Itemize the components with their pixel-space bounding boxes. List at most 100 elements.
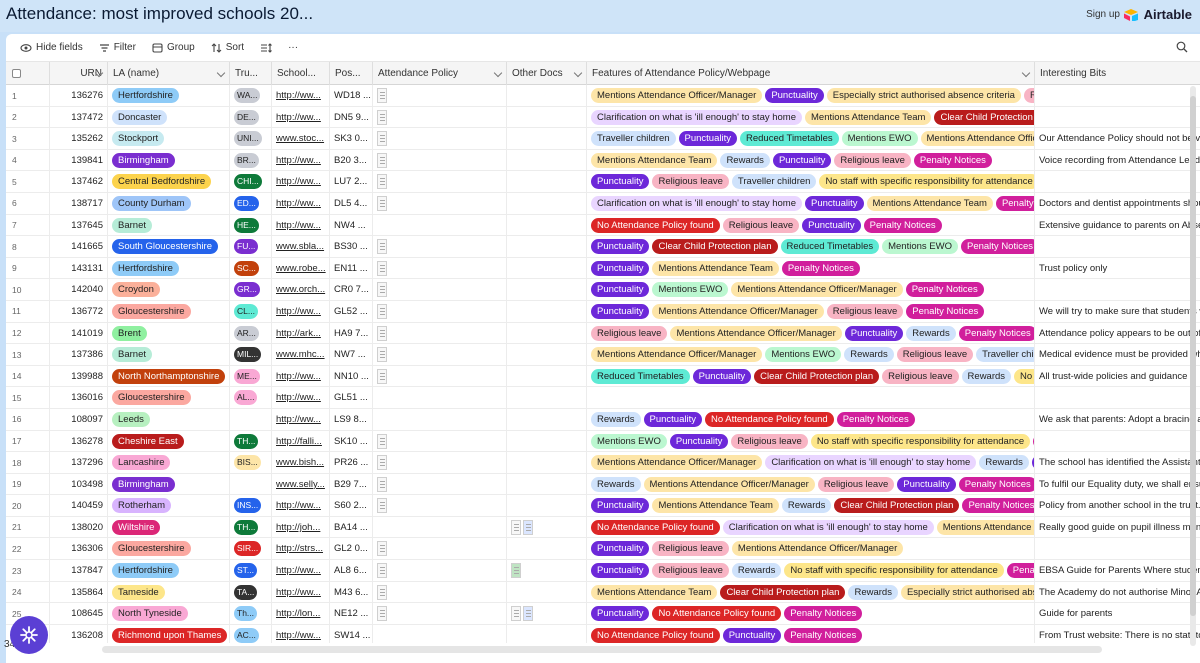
trust-tag[interactable]: TA... — [234, 584, 258, 600]
table-row[interactable]: 17 136278 Cheshire East TH... http://falli..… — [6, 430, 1200, 453]
features-cell[interactable]: Mentions EWO Punctuality Religious leave No… — [587, 430, 1035, 452]
trust-tag[interactable]: GR... — [234, 282, 260, 298]
school-url-link[interactable]: http://ark... — [276, 328, 321, 339]
column-header-urn[interactable]: URN — [50, 62, 108, 85]
feature-tag[interactable]: Mentions EWO — [765, 347, 842, 363]
trust-tag[interactable]: ST... — [234, 563, 258, 579]
interesting-bits-cell[interactable]: From Trust website: There is no statutor… — [1035, 625, 1200, 643]
interesting-bits-cell[interactable]: We ask that parents: Adopt a bracing ap.… — [1035, 409, 1200, 430]
select-all-header[interactable] — [6, 62, 50, 85]
interesting-bits-cell[interactable]: Our Attendance Policy should not be view… — [1035, 128, 1200, 149]
trust-cell[interactable]: UNI... — [230, 128, 272, 150]
document-thumbnail[interactable] — [377, 498, 387, 514]
interesting-bits-cell[interactable]: The school has identified the Assistant.… — [1035, 452, 1200, 473]
trust-tag[interactable]: AC... — [234, 627, 259, 643]
trust-cell[interactable]: ME... — [230, 365, 272, 387]
feature-tag[interactable]: Penalty Notices — [906, 303, 985, 319]
document-thumbnail[interactable] — [511, 606, 521, 622]
la-cell[interactable]: Gloucestershire — [108, 538, 230, 560]
column-header-other-docs[interactable]: Other Docs — [507, 62, 587, 85]
table-row[interactable]: 8 141665 South Gloucestershire FU... www.sbl… — [6, 236, 1200, 258]
la-tag[interactable]: Birmingham — [112, 152, 175, 168]
column-header-school[interactable]: School... — [272, 62, 330, 85]
feature-tag[interactable]: Religious leave — [817, 476, 895, 492]
la-cell[interactable]: Birmingham — [108, 149, 230, 171]
la-cell[interactable]: Hertfordshire — [108, 560, 230, 582]
horizontal-scrollbar[interactable] — [102, 646, 1102, 653]
urn-cell[interactable]: 138020 — [50, 516, 108, 538]
other-docs-cell[interactable] — [507, 128, 587, 150]
other-docs-cell[interactable] — [507, 85, 587, 106]
school-url-link[interactable]: http://strs... — [276, 543, 323, 554]
postcode-cell[interactable]: DL5 4... — [330, 192, 373, 214]
trust-tag[interactable]: AR... — [234, 325, 259, 341]
feature-tag[interactable]: Punctuality — [692, 368, 752, 384]
feature-tag[interactable]: Mentions Attendance Officer/Manager — [652, 303, 824, 319]
trust-cell[interactable]: AR... — [230, 322, 272, 344]
document-thumbnail[interactable] — [377, 303, 387, 319]
feature-tag[interactable]: Penalty Notices — [784, 606, 863, 622]
feature-tag[interactable]: Religious leave — [731, 433, 808, 449]
feature-tag[interactable]: Penalty Notices — [781, 260, 860, 276]
features-cell[interactable]: Mentions Attendance Officer/Manager Clari… — [587, 452, 1035, 474]
la-tag[interactable]: Brent — [112, 325, 147, 341]
feature-tag[interactable]: Especially strict authorised absence cri… — [900, 584, 1034, 600]
document-thumbnail[interactable] — [377, 282, 387, 298]
more-options-button[interactable]: ··· — [282, 39, 304, 56]
feature-tag[interactable]: Reduced Timetables — [591, 368, 690, 384]
urn-cell[interactable]: 108097 — [50, 408, 108, 430]
postcode-cell[interactable]: WD18 ... — [330, 85, 373, 106]
trust-tag[interactable]: FU... — [234, 239, 259, 255]
feature-tag[interactable]: Mentions Attendance Team — [591, 152, 718, 168]
other-docs-cell[interactable] — [507, 495, 587, 517]
features-cell[interactable] — [587, 387, 1035, 409]
la-cell[interactable]: Hertfordshire — [108, 85, 230, 106]
feature-tag[interactable]: Punctuality — [591, 606, 650, 622]
other-docs-cell[interactable] — [507, 192, 587, 214]
postcode-cell[interactable]: BA14 ... — [330, 516, 373, 538]
document-thumbnail[interactable] — [523, 519, 533, 535]
school-url-link[interactable]: www.robe... — [276, 263, 326, 274]
la-tag[interactable]: Doncaster — [112, 109, 168, 125]
la-cell[interactable]: Richmond upon Thames — [108, 624, 230, 643]
feature-tag[interactable]: Punctuality — [772, 152, 832, 168]
school-url-cell[interactable]: http://ww... — [272, 214, 330, 236]
urn-cell[interactable]: 140459 — [50, 495, 108, 517]
document-thumbnail[interactable] — [377, 541, 387, 557]
school-url-link[interactable]: http://ww... — [276, 155, 321, 166]
other-docs-cell[interactable] — [507, 473, 587, 495]
la-cell[interactable]: North Northamptonshire — [108, 365, 230, 387]
attendance-policy-cell[interactable] — [373, 300, 507, 322]
table-row[interactable]: 25 108645 North Tyneside Th... http://lon...… — [6, 603, 1200, 625]
interesting-bits-cell[interactable]: Extensive guidance to parents on Absence… — [1035, 215, 1200, 236]
attendance-policy-cell[interactable] — [373, 603, 507, 625]
features-cell[interactable]: No Attendance Policy found Clarification … — [587, 516, 1035, 538]
features-cell[interactable]: Religious leave Mentions Attendance Offic… — [587, 322, 1035, 344]
school-url-link[interactable]: www.selly... — [276, 479, 325, 490]
interesting-bits-cell[interactable]: Guide for parents — [1035, 603, 1200, 624]
feature-tag[interactable]: Mentions Attendance Officer/Manager — [591, 347, 763, 363]
la-cell[interactable]: Leeds — [108, 408, 230, 430]
features-cell[interactable]: Punctuality Mentions EWO Mentions Attendan… — [587, 279, 1035, 301]
select-all-checkbox[interactable] — [12, 69, 21, 78]
school-url-link[interactable]: http://ww... — [276, 630, 321, 641]
table-row[interactable]: 21 138020 Wiltshire TH... http://joh... BA14 … — [6, 516, 1200, 539]
postcode-cell[interactable]: LS9 8... — [330, 408, 373, 430]
feature-tag[interactable]: Especially strict authorised absence cri… — [826, 88, 1021, 103]
document-thumbnail[interactable] — [377, 368, 387, 384]
school-url-link[interactable]: www.stoc... — [276, 133, 324, 144]
attendance-policy-cell[interactable] — [373, 387, 507, 409]
base-title[interactable]: Attendance: most improved schools 20... — [6, 4, 313, 24]
chevron-down-icon[interactable] — [1021, 68, 1031, 78]
trust-cell[interactable]: FU... — [230, 236, 272, 258]
other-docs-cell[interactable] — [507, 516, 587, 538]
la-tag[interactable]: Gloucestershire — [112, 303, 191, 319]
feature-tag[interactable]: Mentions Attendance Officer/Manager — [643, 476, 815, 492]
trust-cell[interactable]: TH... — [230, 430, 272, 452]
school-url-link[interactable]: http://ww... — [276, 220, 321, 231]
la-cell[interactable]: Cheshire East — [108, 430, 230, 452]
document-thumbnail[interactable] — [377, 584, 387, 600]
feature-tag[interactable]: Clear Child Protection plan — [720, 584, 846, 600]
urn-cell[interactable]: 138717 — [50, 192, 108, 214]
feature-tag[interactable]: Rewards — [781, 498, 832, 514]
